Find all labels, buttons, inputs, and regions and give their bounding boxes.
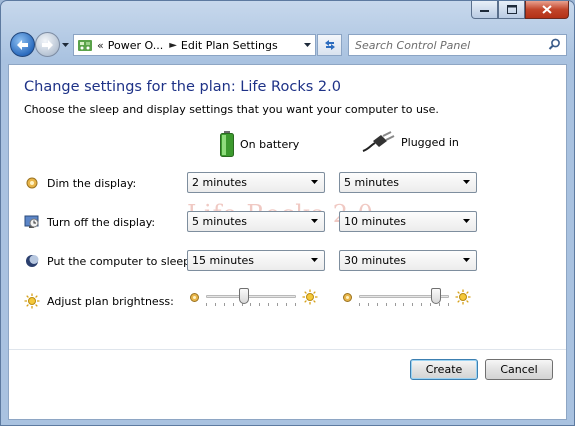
chevron-down-icon [311, 258, 318, 262]
content-pane: Change settings for the plan: Life Rocks… [8, 64, 567, 420]
maximize-icon [506, 5, 517, 14]
brightness-high-icon [302, 289, 318, 305]
footer-divider [9, 349, 566, 350]
slider-ticks [206, 303, 296, 306]
sleep-moon-icon [24, 253, 40, 269]
address-bar[interactable]: « Power O... ► Edit Plan Settings [73, 34, 316, 56]
minimize-button[interactable] [471, 1, 498, 19]
row-label-computer-sleep: Put the computer to sleep: [47, 254, 194, 268]
caption-buttons [471, 1, 569, 19]
cancel-button[interactable]: Cancel [485, 359, 553, 380]
sleep-battery-select[interactable]: 15 minutes [187, 250, 325, 271]
chevron-down-icon [62, 43, 69, 47]
breadcrumb-separator[interactable]: ► [169, 40, 177, 51]
sun-icon [24, 293, 40, 309]
dim-display-icon [24, 175, 40, 191]
page-title: Change settings for the plan: Life Rocks… [24, 79, 341, 95]
chevron-down-icon [311, 219, 318, 223]
sleep-plugged-select[interactable]: 30 minutes [339, 250, 477, 271]
brightness-high-icon [455, 289, 471, 305]
dim-display-battery-select[interactable]: 2 minutes [187, 172, 325, 193]
chevron-down-icon [303, 43, 311, 47]
row-brightness: Adjust plan brightness: [24, 293, 174, 309]
page-subtitle: Choose the sleep and display settings th… [24, 103, 439, 116]
brightness-plugged-thumb[interactable] [431, 288, 442, 304]
brightness-low-icon [190, 292, 199, 302]
breadcrumb-edit-plan-settings[interactable]: Edit Plan Settings [181, 39, 278, 52]
brightness-battery-slider[interactable] [206, 287, 296, 307]
dim-display-plugged-value: 5 minutes [344, 176, 400, 189]
search-box[interactable] [348, 34, 567, 56]
row-label-dim-display: Dim the display: [47, 176, 137, 190]
search-icon[interactable] [548, 38, 561, 51]
breadcrumb-overflow[interactable]: « [97, 39, 104, 52]
chevron-down-icon [463, 180, 470, 184]
turn-off-display-battery-value: 5 minutes [192, 215, 248, 228]
turn-off-display-plugged-value: 10 minutes [344, 215, 407, 228]
maximize-button[interactable] [498, 1, 525, 19]
chevron-down-icon [463, 258, 470, 262]
create-button[interactable]: Create [410, 359, 478, 380]
power-plug-icon [362, 131, 395, 152]
brightness-plugged-group [342, 287, 471, 307]
navigation-bar: « Power O... ► Edit Plan Settings [1, 29, 574, 61]
dim-display-battery-value: 2 minutes [192, 176, 248, 189]
row-label-brightness: Adjust plan brightness: [47, 294, 174, 308]
close-icon [542, 5, 552, 14]
address-dropdown-button[interactable] [298, 35, 315, 55]
chevron-down-icon [463, 219, 470, 223]
slider-track [206, 295, 296, 298]
breadcrumb-power-options[interactable]: Power O... [108, 39, 163, 52]
recent-pages-dropdown[interactable] [61, 41, 70, 49]
arrow-left-icon [17, 39, 28, 50]
battery-icon [220, 131, 234, 157]
column-label-on-battery: On battery [240, 137, 300, 151]
dim-display-plugged-select[interactable]: 5 minutes [339, 172, 477, 193]
control-panel-icon [78, 40, 92, 51]
brightness-battery-thumb[interactable] [238, 288, 249, 304]
row-computer-sleep: Put the computer to sleep: [24, 253, 194, 269]
brightness-battery-group [189, 287, 318, 307]
refresh-button[interactable] [317, 34, 342, 56]
brightness-plugged-slider[interactable] [359, 287, 449, 307]
row-turn-off-display: Turn off the display: [24, 214, 155, 230]
sleep-plugged-value: 30 minutes [344, 254, 407, 267]
close-button[interactable] [525, 1, 569, 19]
brightness-low-icon [343, 292, 352, 302]
search-input[interactable] [355, 38, 540, 52]
turn-off-display-plugged-select[interactable]: 10 minutes [339, 211, 477, 232]
chevron-down-icon [311, 180, 318, 184]
sleep-battery-value: 15 minutes [192, 254, 255, 267]
column-header-plugged-in: Plugged in [361, 131, 459, 153]
minimize-icon [479, 9, 489, 12]
row-label-turn-off-display: Turn off the display: [47, 215, 156, 229]
column-header-on-battery: On battery [220, 131, 299, 157]
window: « Power O... ► Edit Plan Settings Change… [0, 0, 575, 426]
back-button[interactable] [10, 32, 35, 57]
turn-off-display-battery-select[interactable]: 5 minutes [187, 211, 325, 232]
refresh-icon [324, 40, 335, 50]
column-label-plugged-in: Plugged in [401, 135, 459, 149]
arrow-right-icon [42, 39, 53, 50]
display-off-icon [24, 214, 40, 230]
forward-button[interactable] [35, 32, 60, 57]
row-dim-display: Dim the display: [24, 175, 136, 191]
